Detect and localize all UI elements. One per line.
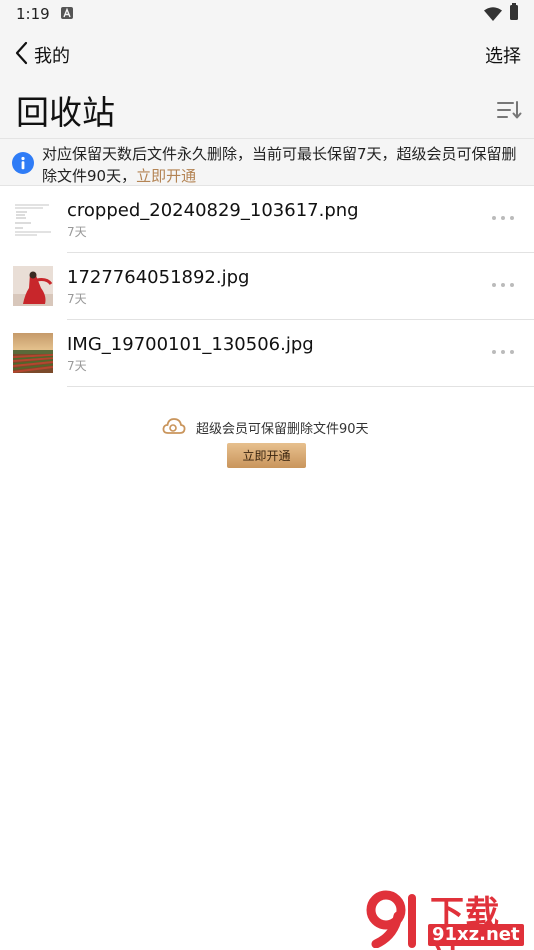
back-button[interactable]: 我的 bbox=[14, 41, 70, 69]
sort-list-icon bbox=[496, 101, 522, 124]
sort-button[interactable] bbox=[496, 100, 522, 124]
activate-link[interactable]: 立即开通 bbox=[136, 167, 196, 185]
file-name: IMG_19700101_130506.jpg bbox=[67, 334, 314, 355]
file-row[interactable]: IMG_19700101_130506.jpg 7天 bbox=[0, 320, 534, 387]
battery-icon bbox=[510, 3, 518, 20]
file-retention-days: 7天 bbox=[67, 292, 87, 306]
more-options-button[interactable] bbox=[492, 216, 514, 222]
row-divider bbox=[67, 386, 534, 387]
activate-vip-button[interactable]: 立即开通 bbox=[227, 443, 306, 468]
file-row[interactable]: 1727764051892.jpg 7天 bbox=[0, 253, 534, 320]
retention-notice-line1: 对应保留天数后文件永久删除，当前可最长保留7天，超级会员可保留删 bbox=[42, 145, 517, 163]
file-row[interactable]: cropped_20240829_103617.png 7天 bbox=[0, 186, 534, 253]
watermark-url: 91xz.net bbox=[428, 924, 524, 946]
file-thumbnail bbox=[13, 199, 53, 239]
file-thumbnail bbox=[13, 266, 53, 306]
more-horizontal-icon bbox=[492, 350, 496, 354]
more-horizontal-icon bbox=[492, 216, 496, 220]
promo-text: 超级会员可保留删除文件90天 bbox=[196, 422, 369, 437]
watermark: 下载站 91xz.net bbox=[364, 888, 534, 950]
retention-notice-line2: 除文件90天， bbox=[42, 167, 137, 185]
page-title: 回收站 bbox=[16, 93, 115, 132]
watermark-logo-icon bbox=[364, 890, 426, 949]
accessibility-icon bbox=[61, 7, 73, 19]
info-banner: 对应保留天数后文件永久删除，当前可最长保留7天，超级会员可保留删 除文件90天，… bbox=[0, 138, 534, 186]
back-label: 我的 bbox=[34, 46, 70, 67]
wifi-icon bbox=[484, 6, 502, 25]
cloud-icon bbox=[162, 416, 186, 440]
more-horizontal-icon bbox=[492, 283, 496, 287]
more-options-button[interactable] bbox=[492, 283, 514, 289]
vip-promo: 超级会员可保留删除文件90天 立即开通 bbox=[0, 414, 534, 474]
file-retention-days: 7天 bbox=[67, 359, 87, 373]
status-time: 1:19 bbox=[16, 5, 50, 23]
status-bar: 1:19 bbox=[0, 0, 534, 28]
file-name: cropped_20240829_103617.png bbox=[67, 200, 359, 221]
info-circle-icon bbox=[12, 152, 34, 174]
retention-notice: 对应保留天数后文件永久删除，当前可最长保留7天，超级会员可保留删 除文件90天，… bbox=[42, 143, 534, 187]
chevron-left-icon bbox=[14, 41, 28, 69]
more-options-button[interactable] bbox=[492, 350, 514, 356]
select-button[interactable]: 选择 bbox=[485, 42, 521, 68]
top-header: 我的 选择 回收站 bbox=[0, 28, 534, 138]
file-retention-days: 7天 bbox=[67, 225, 87, 239]
file-name: 1727764051892.jpg bbox=[67, 267, 250, 288]
file-thumbnail bbox=[13, 333, 53, 373]
